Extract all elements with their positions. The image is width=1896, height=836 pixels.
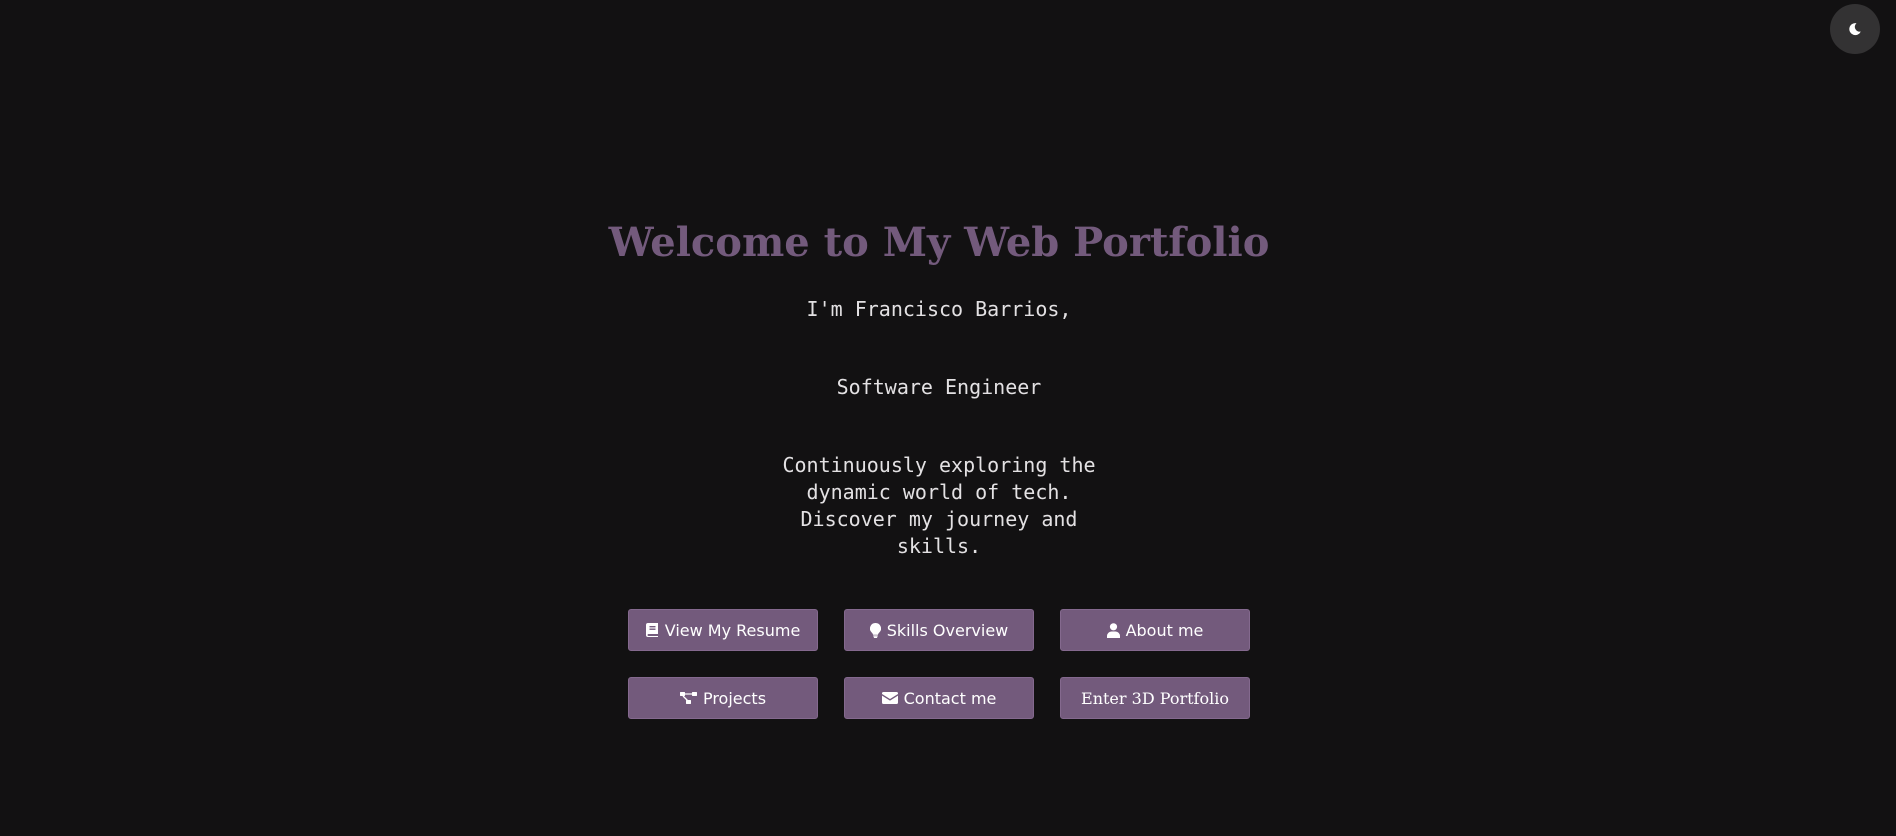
enter-3d-portfolio-label: Enter 3D Portfolio [1081,688,1229,708]
contact-me-button[interactable]: Contact me [844,677,1034,719]
envelope-icon [881,692,898,704]
hero-section: Welcome to My Web Portfolio I'm Francisc… [0,210,1878,560]
page-title: Welcome to My Web Portfolio [608,219,1270,266]
contact-me-label: Contact me [903,688,997,708]
about-me-label: About me [1125,620,1204,640]
role-text: Software Engineer [836,375,1042,399]
projects-button[interactable]: Projects [628,677,818,719]
lightbulb-icon [869,622,881,638]
moon-icon [1848,22,1862,36]
skills-overview-label: Skills Overview [886,620,1009,640]
navigation-buttons: View My Resume Skills Overview About me [628,609,1250,719]
view-resume-button[interactable]: View My Resume [628,609,818,651]
intro-text: I'm Francisco Barrios, [806,297,1072,321]
about-me-button[interactable]: About me [1060,609,1250,651]
enter-3d-portfolio-button[interactable]: Enter 3D Portfolio [1060,677,1250,719]
theme-toggle-button[interactable] [1830,4,1880,54]
book-icon [645,622,659,638]
view-resume-label: View My Resume [664,620,801,640]
project-diagram-icon [679,691,697,705]
skills-overview-button[interactable]: Skills Overview [844,609,1034,651]
projects-label: Projects [702,688,767,708]
user-icon [1106,622,1120,638]
page: Welcome to My Web Portfolio I'm Francisc… [0,0,1896,836]
tagline-text: Continuously exploring the dynamic world… [782,453,1096,558]
